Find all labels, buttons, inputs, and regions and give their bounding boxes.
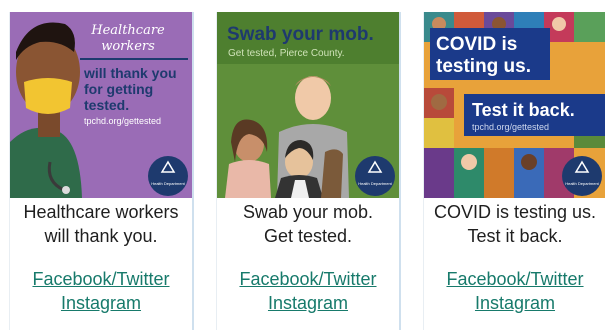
card-links: Facebook/Twitter Instagram [424, 267, 605, 315]
poster-healthcare-headline-2: workers [101, 39, 155, 54]
facebook-twitter-link[interactable]: Facebook/Twitter [424, 267, 605, 291]
poster-covid-subheadline: Test it back. [472, 100, 575, 120]
card-caption: Healthcare workers will thank you. [10, 200, 192, 248]
poster-healthcare-body-1: will thank you [83, 65, 177, 81]
facebook-twitter-link[interactable]: Facebook/Twitter [217, 267, 399, 291]
card-links: Facebook/Twitter Instagram [10, 267, 192, 315]
poster-covid-logo-text: Health Department [565, 181, 599, 186]
poster-covid-headline-2: testing us. [436, 56, 531, 77]
poster-healthcare-image[interactable]: Healthcare workers will thank you for ge… [10, 12, 192, 198]
caption-line-2: Test it back. [467, 226, 563, 246]
campaign-card-covid: COVID is testing us. Test it back. tpchd… [424, 12, 605, 330]
poster-healthcare-logo-text: Health Department [151, 181, 185, 186]
card-links: Facebook/Twitter Instagram [217, 267, 399, 315]
caption-line-2: Get tested. [263, 226, 353, 246]
card-caption: COVID is testing us. Test it back. [424, 200, 605, 248]
poster-swab-headline: Swab your mob. [227, 24, 374, 45]
instagram-link[interactable]: Instagram [10, 291, 192, 315]
poster-swab-art: Swab your mob. Get tested, Pierce County… [217, 12, 399, 198]
caption-line-2: will thank you. [44, 226, 158, 246]
instagram-link[interactable]: Instagram [217, 291, 399, 315]
facebook-twitter-link[interactable]: Facebook/Twitter [10, 267, 192, 291]
campaign-card-healthcare: Healthcare workers will thank you for ge… [10, 12, 192, 330]
poster-covid-headline-1: COVID is [436, 34, 517, 55]
caption-line-1: Swab your mob. [242, 202, 374, 222]
card-caption: Swab your mob. Get tested. [217, 200, 399, 248]
poster-covid-art: COVID is testing us. Test it back. tpchd… [424, 12, 605, 198]
caption-line-1: COVID is testing us. [433, 202, 597, 222]
caption-line-1: Healthcare workers [23, 202, 179, 222]
poster-covid-url: tpchd.org/gettested [472, 122, 549, 132]
instagram-link[interactable]: Instagram [424, 291, 605, 315]
poster-covid-image[interactable]: COVID is testing us. Test it back. tpchd… [424, 12, 605, 198]
poster-swab-logo-text: Health Department [358, 181, 392, 186]
poster-healthcare-url: tpchd.org/gettested [84, 116, 161, 126]
campaign-card-swab: Swab your mob. Get tested, Pierce County… [217, 12, 399, 330]
poster-swab-image[interactable]: Swab your mob. Get tested, Pierce County… [217, 12, 399, 198]
poster-healthcare-headline-1: Healthcare [90, 23, 165, 38]
poster-healthcare-body-2: for getting [84, 81, 153, 97]
poster-healthcare-body-3: tested. [84, 97, 129, 113]
poster-healthcare-art: Healthcare workers will thank you for ge… [10, 12, 192, 198]
poster-swab-subline: Get tested, Pierce County. [228, 48, 345, 59]
